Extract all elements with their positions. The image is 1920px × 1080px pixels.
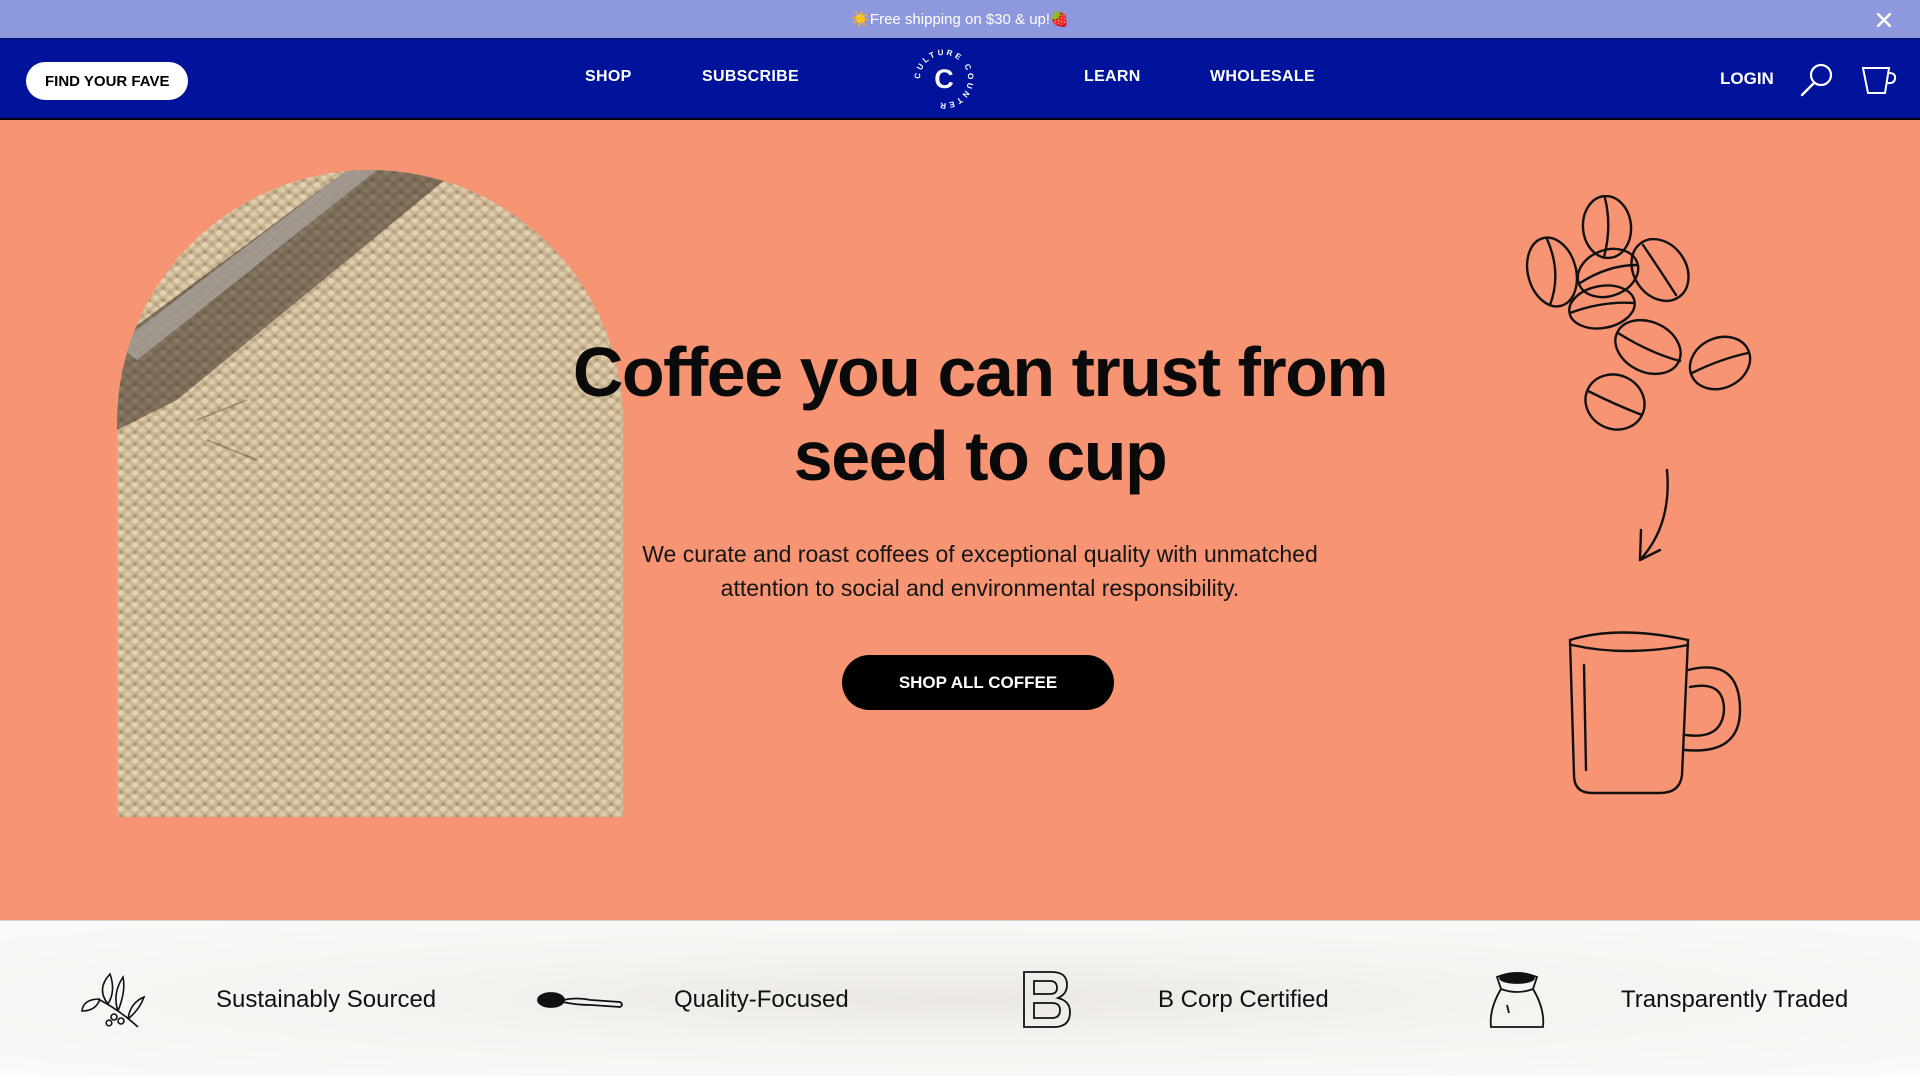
hero-subtext: We curate and roast coffees of exception…: [620, 537, 1340, 605]
hero-headline-line2: seed to cup: [793, 417, 1168, 495]
hero-subtext-line2: attention to social and environmental re…: [720, 575, 1240, 601]
feature-b-corp-certified: B Corp Certified: [1020, 969, 1329, 1031]
cart-icon[interactable]: [1860, 64, 1898, 101]
arrow-icon: [1638, 468, 1669, 562]
login-link[interactable]: LOGIN: [1720, 69, 1774, 89]
announcement-text: ☀️Free shipping on $30 & up!🍓: [851, 11, 1069, 28]
b-corp-icon: [1020, 969, 1090, 1031]
shop-all-coffee-button[interactable]: SHOP ALL COFFEE: [842, 655, 1114, 710]
hero-subtext-line1: We curate and roast coffees of exception…: [642, 541, 1318, 567]
feature-quality-focused: Quality-Focused: [536, 969, 849, 1031]
coffee-sack-icon: [1483, 969, 1553, 1031]
feature-transparently-traded: Transparently Traded: [1483, 969, 1848, 1031]
nav-learn[interactable]: LEARN: [1084, 68, 1141, 86]
announcement-bar: ☀️Free shipping on $30 & up!🍓: [0, 0, 1920, 40]
logo-letter: C: [934, 64, 954, 94]
nav-shop[interactable]: SHOP: [585, 68, 632, 86]
search-icon[interactable]: [1798, 62, 1836, 103]
find-your-fave-button[interactable]: FIND YOUR FAVE: [26, 62, 189, 100]
main-navigation: FIND YOUR FAVE SHOP SUBSCRIBE CULTURE CO…: [0, 40, 1920, 120]
nav-subscribe[interactable]: SUBSCRIBE: [702, 68, 799, 86]
coffee-plant-icon: [78, 969, 148, 1031]
coffee-beans-to-mug-illustration: [1500, 194, 1800, 795]
feature-label: Sustainably Sourced: [216, 986, 437, 1013]
close-icon[interactable]: [1870, 6, 1898, 34]
hero-section: Coffee you can trust from seed to cup We…: [0, 120, 1920, 920]
feature-label: Quality-Focused: [674, 986, 849, 1013]
feature-label: B Corp Certified: [1158, 986, 1329, 1013]
hero-headline-line1: Coffee you can trust from: [572, 333, 1389, 411]
feature-sustainably-sourced: Sustainably Sourced: [78, 969, 436, 1031]
brand-logo[interactable]: CULTURE COUNTER C: [913, 48, 975, 110]
nav-wholesale[interactable]: WHOLESALE: [1210, 68, 1315, 86]
hero-headline: Coffee you can trust from seed to cup: [520, 330, 1440, 498]
spoon-icon: [536, 969, 626, 1031]
features-strip: Sustainably Sourced Quality-Focused B Co…: [0, 920, 1920, 1076]
coffee-mug-icon: [1568, 631, 1742, 795]
coffee-beans-icon: [1525, 194, 1752, 431]
feature-label: Transparently Traded: [1621, 986, 1849, 1013]
